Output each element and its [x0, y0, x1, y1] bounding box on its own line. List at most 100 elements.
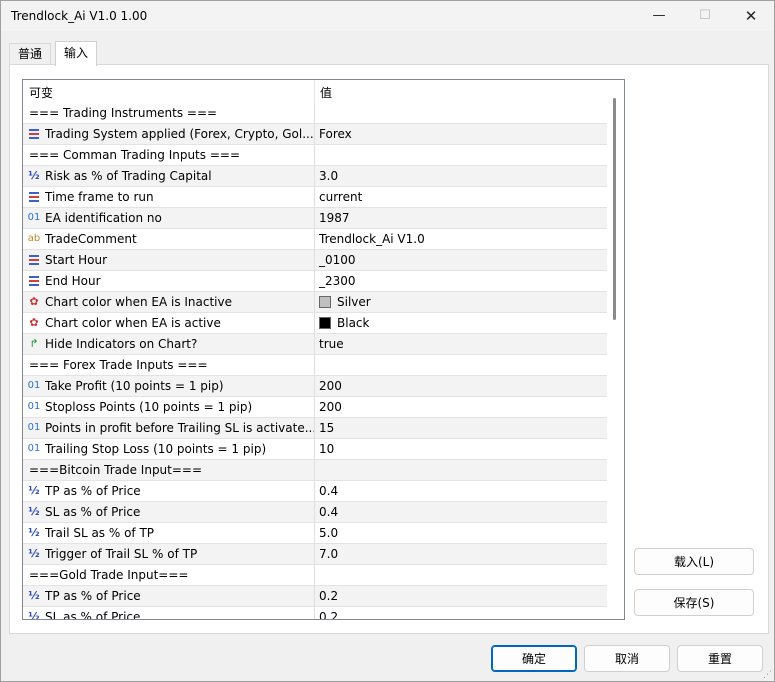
- double-value-icon: ½: [28, 169, 40, 182]
- column-header-value[interactable]: 值: [320, 84, 332, 101]
- parameter-name-cell: ½ Trigger of Trail SL % of TP: [23, 544, 315, 564]
- parameter-name: Trigger of Trail SL % of TP: [45, 547, 198, 561]
- parameter-name: SL as % of Price: [45, 610, 141, 620]
- parameter-value-cell[interactable]: 1987: [315, 208, 605, 228]
- tab-common[interactable]: 普通: [9, 43, 52, 65]
- tab-inputs[interactable]: 输入: [55, 41, 98, 66]
- parameter-value: Trendlock_Ai V1.0: [319, 232, 425, 246]
- table-row[interactable]: 01 Stoploss Points (10 points = 1 pip) 200: [23, 397, 607, 418]
- table-row[interactable]: === Trading Instruments ===: [23, 103, 607, 124]
- table-row[interactable]: ½ Risk as % of Trading Capital 3.0: [23, 166, 607, 187]
- table-row[interactable]: ab TradeComment Trendlock_Ai V1.0: [23, 229, 607, 250]
- parameter-value-cell[interactable]: 200: [315, 376, 605, 396]
- parameter-value-cell[interactable]: 5.0: [315, 523, 605, 543]
- parameter-value: 200: [319, 379, 342, 393]
- enum-list-icon: [27, 253, 41, 267]
- parameter-value-cell[interactable]: [315, 103, 605, 123]
- parameter-value: 0.4: [319, 484, 339, 498]
- parameter-value-cell[interactable]: 15: [315, 418, 605, 438]
- parameter-name-cell: End Hour: [23, 271, 315, 291]
- table-row[interactable]: Time frame to run current: [23, 187, 607, 208]
- integer-value-icon: 01: [27, 422, 41, 433]
- parameter-name-cell: ab TradeComment: [23, 229, 315, 249]
- parameter-value-cell[interactable]: 0.4: [315, 481, 605, 501]
- parameter-value-cell[interactable]: current: [315, 187, 605, 207]
- table-row[interactable]: 01 Take Profit (10 points = 1 pip) 200: [23, 376, 607, 397]
- minimize-button[interactable]: —: [636, 1, 682, 31]
- table-row[interactable]: ½ TP as % of Price 0.2: [23, 586, 607, 607]
- parameter-value: 0.2: [319, 589, 339, 603]
- double-value-icon: ½: [28, 589, 40, 602]
- scrollbar-thumb[interactable]: [613, 98, 616, 320]
- reset-button[interactable]: 重置: [677, 645, 763, 672]
- table-row[interactable]: ↱ Hide Indicators on Chart? true: [23, 334, 607, 355]
- parameter-value-cell[interactable]: true: [315, 334, 605, 354]
- close-button[interactable]: ✕: [728, 1, 774, 31]
- table-row[interactable]: ½ SL as % of Price 0.4: [23, 502, 607, 523]
- parameter-value-cell[interactable]: [315, 460, 605, 480]
- table-row[interactable]: ✿ Chart color when EA is active Black: [23, 313, 607, 334]
- parameter-value-cell[interactable]: [315, 145, 605, 165]
- parameter-value-cell[interactable]: 3.0: [315, 166, 605, 186]
- table-row[interactable]: End Hour _2300: [23, 271, 607, 292]
- grid-header: 可变 值: [23, 80, 607, 103]
- parameter-value-cell[interactable]: _0100: [315, 250, 605, 270]
- parameter-value-cell[interactable]: Forex: [315, 124, 605, 144]
- ok-button[interactable]: 确定: [491, 645, 577, 672]
- parameter-value-cell[interactable]: _2300: [315, 271, 605, 291]
- parameters-grid: 可变 值 === Trading Instruments === Trading …: [22, 79, 625, 620]
- table-row[interactable]: 01 EA identification no 1987: [23, 208, 607, 229]
- table-row[interactable]: ½ TP as % of Price 0.4: [23, 481, 607, 502]
- boolean-value-icon: ↱: [29, 337, 39, 350]
- parameter-value-cell[interactable]: 200: [315, 397, 605, 417]
- parameter-name-cell: ½ SL as % of Price: [23, 607, 315, 620]
- parameter-name-cell: ✿ Chart color when EA is Inactive: [23, 292, 315, 312]
- parameter-name: Points in profit before Trailing SL is a…: [45, 421, 315, 435]
- table-row[interactable]: ===Bitcoin Trade Input===: [23, 460, 607, 481]
- maximize-button[interactable]: ☐: [682, 1, 728, 31]
- parameter-name-cell: ===Bitcoin Trade Input===: [23, 460, 315, 480]
- table-row[interactable]: ½ Trigger of Trail SL % of TP 7.0: [23, 544, 607, 565]
- table-row[interactable]: Start Hour _0100: [23, 250, 607, 271]
- parameter-value-cell[interactable]: [315, 565, 605, 585]
- double-value-icon: ½: [28, 526, 40, 539]
- table-row[interactable]: === Comman Trading Inputs ===: [23, 145, 607, 166]
- column-header-variable[interactable]: 可变: [29, 84, 53, 101]
- table-row[interactable]: ✿ Chart color when EA is Inactive Silver: [23, 292, 607, 313]
- parameter-value: 5.0: [319, 526, 339, 540]
- parameter-value-cell[interactable]: Silver: [315, 292, 605, 312]
- table-row[interactable]: 01 Points in profit before Trailing SL is…: [23, 418, 607, 439]
- column-divider[interactable]: [314, 80, 315, 103]
- table-row[interactable]: === Forex Trade Inputs ===: [23, 355, 607, 376]
- parameter-value-cell[interactable]: 0.4: [315, 502, 605, 522]
- vertical-scrollbar[interactable]: [607, 80, 623, 617]
- table-row[interactable]: 01 Trailing Stop Loss (10 points = 1 pip)…: [23, 439, 607, 460]
- parameter-value-cell[interactable]: 7.0: [315, 544, 605, 564]
- parameter-name-cell: ½ TP as % of Price: [23, 586, 315, 606]
- parameter-value-cell[interactable]: 10: [315, 439, 605, 459]
- save-button[interactable]: 保存(S): [634, 589, 754, 616]
- parameter-name-cell: 01 Points in profit before Trailing SL is…: [23, 418, 315, 438]
- load-button[interactable]: 载入(L): [634, 548, 754, 575]
- cancel-button[interactable]: 取消: [584, 645, 670, 672]
- title-bar: Trendlock_Ai V1.0 1.00 — ☐ ✕: [1, 1, 774, 31]
- dialog-window: Trendlock_Ai V1.0 1.00 — ☐ ✕ 普通 输入 可变 值 …: [0, 0, 775, 682]
- window-title: Trendlock_Ai V1.0 1.00: [11, 9, 148, 23]
- table-row[interactable]: ½ SL as % of Price 0.2: [23, 607, 607, 620]
- resize-grip-icon[interactable]: ⋰: [763, 670, 773, 680]
- parameter-value: _0100: [319, 253, 356, 267]
- parameter-name-cell: ½ SL as % of Price: [23, 502, 315, 522]
- parameter-value-cell[interactable]: 0.2: [315, 607, 605, 619]
- parameter-name: === Trading Instruments ===: [29, 106, 218, 120]
- table-row[interactable]: Trading System applied (Forex, Crypto, G…: [23, 124, 607, 145]
- parameter-value-cell[interactable]: Black: [315, 313, 605, 333]
- table-row[interactable]: ===Gold Trade Input===: [23, 565, 607, 586]
- enum-list-icon: [27, 190, 41, 204]
- parameter-name: SL as % of Price: [45, 505, 141, 519]
- parameter-value-cell[interactable]: Trendlock_Ai V1.0: [315, 229, 605, 249]
- parameter-value-cell[interactable]: [315, 355, 605, 375]
- parameter-name: Time frame to run: [45, 190, 154, 204]
- table-row[interactable]: ½ Trail SL as % of TP 5.0: [23, 523, 607, 544]
- parameter-value: current: [319, 190, 363, 204]
- parameter-value-cell[interactable]: 0.2: [315, 586, 605, 606]
